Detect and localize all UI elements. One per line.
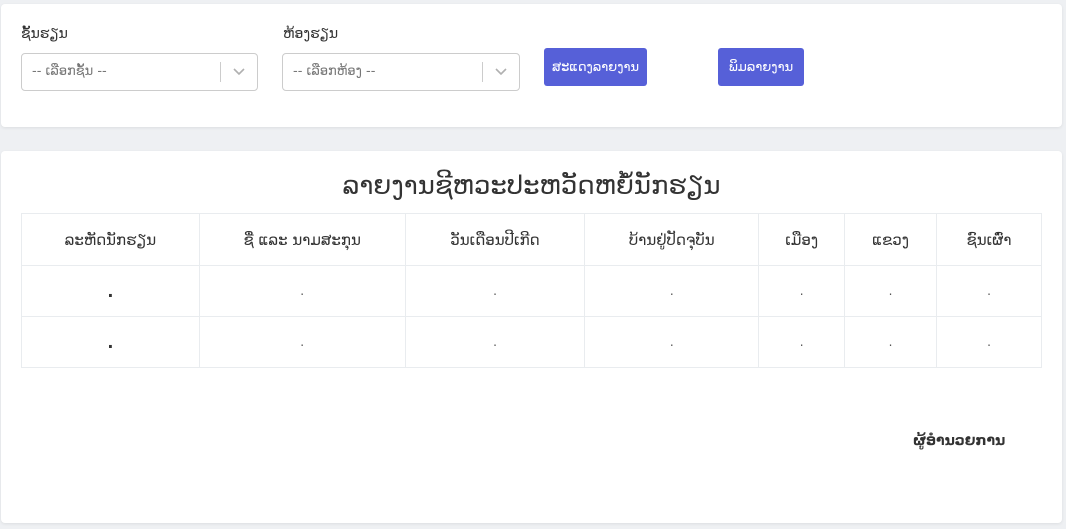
select-separator: [482, 62, 483, 82]
class-select-placeholder: -- ເລືອກຊັ້ນ --: [32, 64, 107, 79]
room-label: ຫ້ອງຮຽນ: [283, 26, 339, 42]
report-panel: ລາຍງານຊີຫວະປະຫວັດຫຍໍ້ນັກຮຽນ ລະຫັດນັກຮຽນ …: [1, 151, 1062, 523]
student-table: ລະຫັດນັກຮຽນ ຊື່ ແລະ ນາມສະກຸນ ວັນເດືອນປີເ…: [21, 213, 1042, 368]
table-cell: .: [404, 265, 586, 317]
print-report-button[interactable]: ພິມລາຍງານ: [718, 48, 804, 86]
table-row: . . . . . . .: [21, 265, 1042, 317]
table-cell: .: [936, 265, 1042, 317]
select-separator: [220, 62, 221, 82]
show-report-button[interactable]: ສະແດງລາຍງານ: [544, 48, 647, 86]
filter-panel: ຊັ້ນຮຽນ -- ເລືອກຊັ້ນ -- ຫ້ອງຮຽນ -- ເລືອກ…: [1, 4, 1062, 127]
table-cell: .: [198, 265, 406, 317]
table-header-row: ລະຫັດນັກຮຽນ ຊື່ ແລະ ນາມສະກຸນ ວັນເດືອນປີເ…: [21, 213, 1042, 266]
table-cell: .: [584, 265, 760, 317]
column-header: ແຂວງ: [844, 213, 938, 266]
table-row: . . . . . . .: [21, 316, 1042, 368]
class-label: ຊັ້ນຮຽນ: [21, 26, 68, 42]
chevron-down-icon[interactable]: [231, 65, 247, 79]
table-cell: .: [21, 265, 200, 317]
table-cell: .: [844, 265, 938, 317]
column-header: ລະຫັດນັກຮຽນ: [21, 213, 200, 266]
table-cell: .: [758, 316, 846, 368]
column-header: ວັນເດືອນປີເກີດ: [404, 213, 586, 266]
table-cell: .: [404, 316, 586, 368]
report-title: ລາຍງານຊີຫວະປະຫວັດຫຍໍ້ນັກຮຽນ: [342, 171, 721, 201]
director-signature-label: ຜູ້ອຳນວຍການ: [913, 433, 1006, 449]
chevron-down-icon[interactable]: [493, 65, 509, 79]
class-select[interactable]: -- ເລືອກຊັ້ນ --: [21, 53, 258, 91]
room-select-placeholder: -- ເລືອກຫ້ອງ --: [293, 64, 376, 79]
table-cell: .: [198, 316, 406, 368]
table-cell: .: [21, 316, 200, 368]
column-header: ຊົນເຜົ່າ: [936, 213, 1042, 266]
table-cell: .: [844, 316, 938, 368]
column-header: ຊື່ ແລະ ນາມສະກຸນ: [198, 213, 406, 266]
table-cell: .: [936, 316, 1042, 368]
room-select[interactable]: -- ເລືອກຫ້ອງ --: [282, 53, 520, 91]
column-header: ເມືອງ: [758, 213, 846, 266]
column-header: ບ້ານຢູ່ປັດຈຸບັນ: [584, 213, 760, 266]
table-cell: .: [758, 265, 846, 317]
table-cell: .: [584, 316, 760, 368]
